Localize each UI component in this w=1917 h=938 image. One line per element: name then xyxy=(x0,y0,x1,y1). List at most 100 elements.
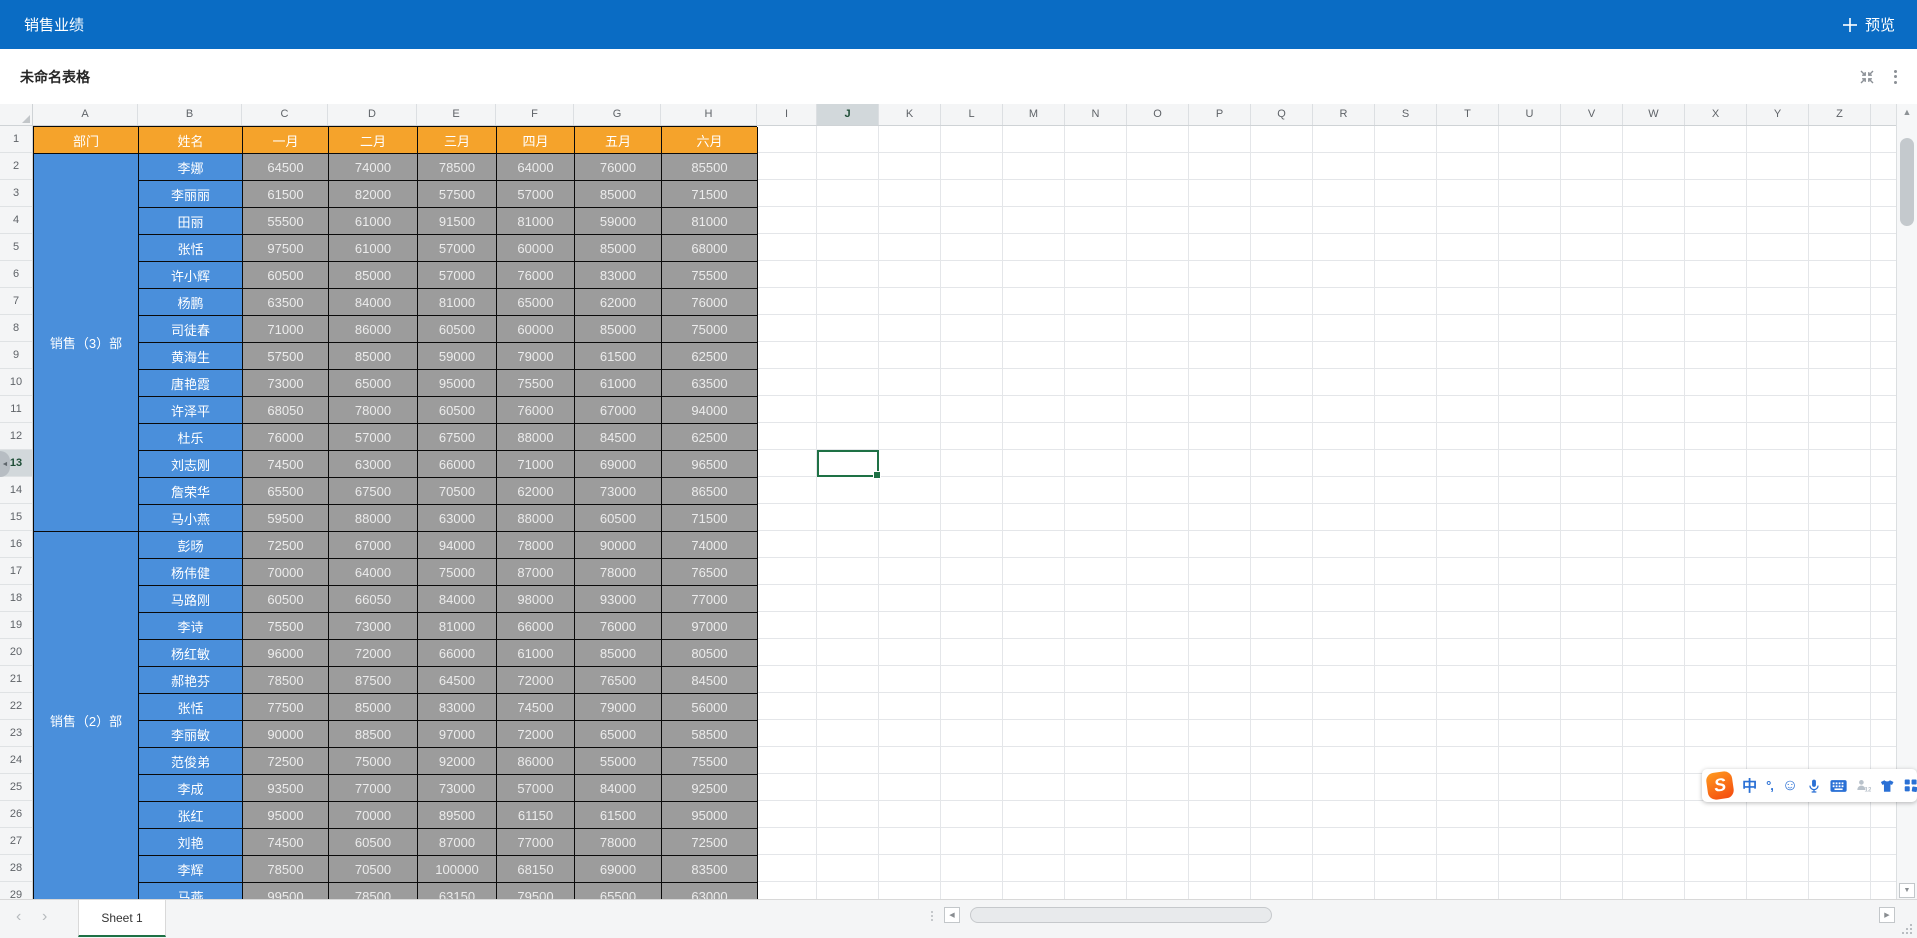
preview-button[interactable]: 预览 xyxy=(1842,0,1895,49)
cell-E7[interactable]: 81000 xyxy=(418,289,497,316)
toolbox-icon[interactable] xyxy=(1904,778,1917,793)
cell-D13[interactable]: 63000 xyxy=(329,451,418,478)
cell-G10[interactable]: 61000 xyxy=(575,370,662,397)
cell-H23[interactable]: 58500 xyxy=(662,721,758,748)
cell-B21[interactable]: 郝艳芬 xyxy=(139,667,243,694)
cell-C6[interactable]: 60500 xyxy=(243,262,329,289)
cell-G26[interactable]: 61500 xyxy=(575,802,662,829)
cell-B27[interactable]: 刘艳 xyxy=(139,829,243,856)
cell-F6[interactable]: 76000 xyxy=(497,262,575,289)
cell-H3[interactable]: 71500 xyxy=(662,181,758,208)
cell-H17[interactable]: 76500 xyxy=(662,559,758,586)
more-menu-icon[interactable] xyxy=(1892,68,1899,86)
cell-E3[interactable]: 57500 xyxy=(418,181,497,208)
cell-C17[interactable]: 70000 xyxy=(243,559,329,586)
col-header-Q[interactable]: Q xyxy=(1251,104,1313,125)
cell-F13[interactable]: 71000 xyxy=(497,451,575,478)
cell-H9[interactable]: 62500 xyxy=(662,343,758,370)
cell-D15[interactable]: 88000 xyxy=(329,505,418,532)
row-header-14[interactable]: 14 xyxy=(0,477,32,504)
cell-C10[interactable]: 73000 xyxy=(243,370,329,397)
cell-D7[interactable]: 84000 xyxy=(329,289,418,316)
cell-F14[interactable]: 62000 xyxy=(497,478,575,505)
cell-F16[interactable]: 78000 xyxy=(497,532,575,559)
cell-E22[interactable]: 83000 xyxy=(418,694,497,721)
cell-E27[interactable]: 87000 xyxy=(418,829,497,856)
cell-G2[interactable]: 76000 xyxy=(575,154,662,181)
cell-C26[interactable]: 95000 xyxy=(243,802,329,829)
cell-G17[interactable]: 78000 xyxy=(575,559,662,586)
cell-C3[interactable]: 61500 xyxy=(243,181,329,208)
cell-B15[interactable]: 马小燕 xyxy=(139,505,243,532)
row-header-18[interactable]: 18 xyxy=(0,585,32,612)
cell-D3[interactable]: 82000 xyxy=(329,181,418,208)
cell-E25[interactable]: 73000 xyxy=(418,775,497,802)
cell-G15[interactable]: 60500 xyxy=(575,505,662,532)
cell-E16[interactable]: 94000 xyxy=(418,532,497,559)
cell-B8[interactable]: 司徒春 xyxy=(139,316,243,343)
cell-F20[interactable]: 61000 xyxy=(497,640,575,667)
cell-H18[interactable]: 77000 xyxy=(662,586,758,613)
scroll-down-button[interactable]: ▼ xyxy=(1899,883,1915,898)
cell-C20[interactable]: 96000 xyxy=(243,640,329,667)
cell-C22[interactable]: 77500 xyxy=(243,694,329,721)
cell-D28[interactable]: 70500 xyxy=(329,856,418,883)
cell-B7[interactable]: 杨鹏 xyxy=(139,289,243,316)
cell-C9[interactable]: 57500 xyxy=(243,343,329,370)
cell-H16[interactable]: 74000 xyxy=(662,532,758,559)
cell-F5[interactable]: 60000 xyxy=(497,235,575,262)
scroll-left-button[interactable]: ◀ xyxy=(944,907,960,923)
cell-E21[interactable]: 64500 xyxy=(418,667,497,694)
cell-D5[interactable]: 61000 xyxy=(329,235,418,262)
horizontal-scroll-thumb[interactable] xyxy=(970,907,1272,923)
cell-C13[interactable]: 74500 xyxy=(243,451,329,478)
col-header-L[interactable]: L xyxy=(941,104,1003,125)
cell-D17[interactable]: 64000 xyxy=(329,559,418,586)
keyboard-icon[interactable] xyxy=(1830,779,1847,793)
cell-D4[interactable]: 61000 xyxy=(329,208,418,235)
cell-B29[interactable]: 马燕 xyxy=(139,883,243,899)
cell-H6[interactable]: 75500 xyxy=(662,262,758,289)
cell-H7[interactable]: 76000 xyxy=(662,289,758,316)
user-12-icon[interactable]: 12 xyxy=(1856,778,1871,793)
cell-D29[interactable]: 78500 xyxy=(329,883,418,899)
cell-G28[interactable]: 69000 xyxy=(575,856,662,883)
col-header-V[interactable]: V xyxy=(1561,104,1623,125)
header-cell-A1[interactable]: 部门 xyxy=(34,127,139,154)
cell-F18[interactable]: 98000 xyxy=(497,586,575,613)
emoji-icon[interactable]: ☺ xyxy=(1782,777,1798,795)
cell-E19[interactable]: 81000 xyxy=(418,613,497,640)
row-header-10[interactable]: 10 xyxy=(0,369,32,396)
row-header-12[interactable]: 12 xyxy=(0,423,32,450)
cell-B9[interactable]: 黄海生 xyxy=(139,343,243,370)
cell-D26[interactable]: 70000 xyxy=(329,802,418,829)
cell-E13[interactable]: 66000 xyxy=(418,451,497,478)
cell-D22[interactable]: 85000 xyxy=(329,694,418,721)
cell-H29[interactable]: 63000 xyxy=(662,883,758,899)
cell-B16[interactable]: 彭旸 xyxy=(139,532,243,559)
cell-D27[interactable]: 60500 xyxy=(329,829,418,856)
cell-E29[interactable]: 63150 xyxy=(418,883,497,899)
cell-C25[interactable]: 93500 xyxy=(243,775,329,802)
cell-C18[interactable]: 60500 xyxy=(243,586,329,613)
cell-H20[interactable]: 80500 xyxy=(662,640,758,667)
cell-C14[interactable]: 65500 xyxy=(243,478,329,505)
cell-E4[interactable]: 91500 xyxy=(418,208,497,235)
cell-B28[interactable]: 李辉 xyxy=(139,856,243,883)
cell-G20[interactable]: 85000 xyxy=(575,640,662,667)
cell-E6[interactable]: 57000 xyxy=(418,262,497,289)
collapse-icon[interactable] xyxy=(1858,68,1876,86)
row-header-2[interactable]: 2 xyxy=(0,153,32,180)
cell-H21[interactable]: 84500 xyxy=(662,667,758,694)
punctuation-icon[interactable]: °, xyxy=(1766,778,1774,793)
cell-G19[interactable]: 76000 xyxy=(575,613,662,640)
row-header-15[interactable]: 15 xyxy=(0,504,32,531)
sogou-logo-icon[interactable]: S xyxy=(1705,770,1735,801)
col-header-W[interactable]: W xyxy=(1623,104,1685,125)
row-header-7[interactable]: 7 xyxy=(0,288,32,315)
cell-F11[interactable]: 76000 xyxy=(497,397,575,424)
cell-D6[interactable]: 85000 xyxy=(329,262,418,289)
cell-G9[interactable]: 61500 xyxy=(575,343,662,370)
cell-G14[interactable]: 73000 xyxy=(575,478,662,505)
col-header-R[interactable]: R xyxy=(1313,104,1375,125)
